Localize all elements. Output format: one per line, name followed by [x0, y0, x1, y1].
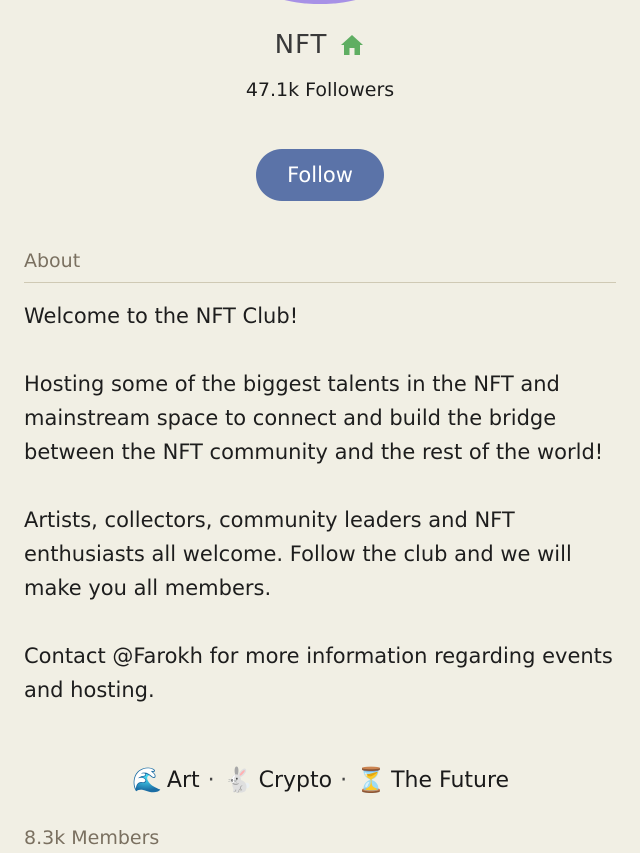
topic-separator: ·: [340, 767, 348, 793]
members-count[interactable]: 8.3k Members: [24, 827, 159, 849]
about-paragraph: Hosting some of the biggest talents in t…: [24, 372, 604, 464]
about-paragraph: Contact @Farokh for more information reg…: [24, 644, 613, 702]
about-heading: About: [24, 250, 81, 272]
rabbit-icon: 🐇: [223, 766, 254, 794]
followers-count[interactable]: 47.1k Followers: [0, 79, 640, 101]
home-icon: [339, 33, 365, 57]
club-profile-page: NFT 47.1k Followers Follow About Welcome…: [0, 0, 640, 853]
topic-separator: ·: [207, 767, 215, 793]
follow-button[interactable]: Follow: [256, 149, 384, 201]
about-description: Welcome to the NFT Club! Hosting some of…: [24, 299, 616, 741]
topic-label: Crypto: [258, 767, 333, 793]
about-paragraph: Artists, collectors, community leaders a…: [24, 508, 572, 600]
wave-icon: 🌊: [131, 766, 162, 794]
about-paragraph: Welcome to the NFT Club!: [24, 304, 299, 328]
topic-crypto[interactable]: 🐇 Crypto: [223, 766, 332, 794]
club-avatar[interactable]: [258, 0, 382, 4]
topic-label: Art: [166, 767, 200, 793]
club-title-row: NFT: [0, 30, 640, 60]
club-topics: 🌊 Art · 🐇 Crypto · ⏳ The Future: [0, 766, 640, 794]
about-divider: [24, 282, 616, 283]
club-name: NFT: [274, 30, 328, 60]
topic-the-future[interactable]: ⏳ The Future: [355, 766, 509, 794]
hourglass-icon: ⏳: [356, 766, 387, 794]
topic-art[interactable]: 🌊 Art: [131, 766, 200, 794]
topic-label: The Future: [391, 767, 510, 793]
